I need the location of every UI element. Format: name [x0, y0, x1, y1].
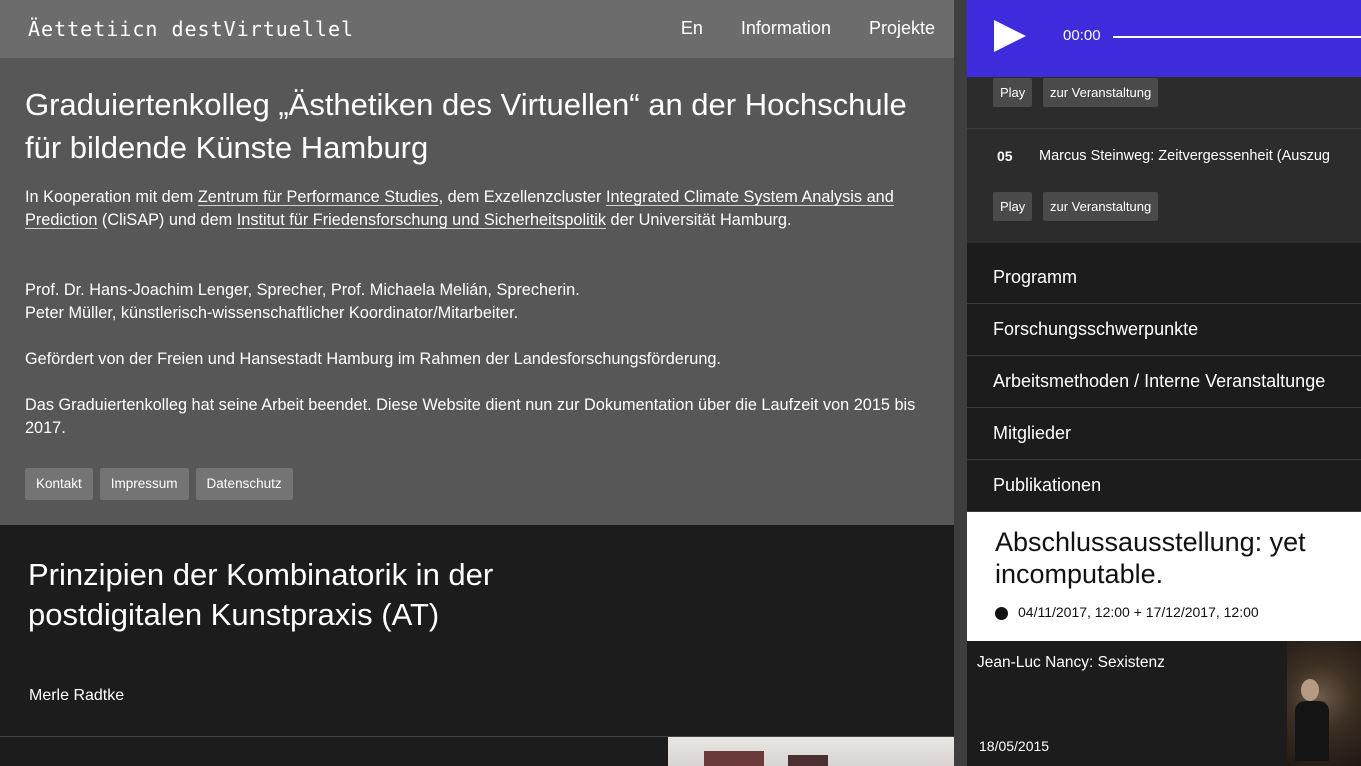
- media-date: 18/05/2015: [979, 738, 1050, 754]
- info-people-text: Prof. Dr. Hans-Joachim Lenger, Sprecher,…: [25, 279, 925, 325]
- top-bar: Äettetiicn destVirtuellel En Information…: [0, 0, 954, 58]
- menu-item-forschungsschwerpunkte[interactable]: Forschungsschwerpunkte: [967, 304, 1361, 356]
- project-title[interactable]: Prinzipien der Kombinatorik in der postd…: [28, 555, 588, 635]
- thumbnail-detail: [704, 751, 764, 766]
- play-icon[interactable]: [994, 20, 1026, 52]
- project-thumbnail-image[interactable]: [668, 737, 954, 766]
- info-title: Graduiertenkolleg „Ästhetiken des Virtue…: [25, 87, 907, 165]
- menu-item-arbeitsmethoden[interactable]: Arbeitsmethoden / Interne Veranstaltunge: [967, 356, 1361, 408]
- project-card[interactable]: Prinzipien der Kombinatorik in der postd…: [0, 525, 954, 736]
- player-time: 00:00: [1063, 27, 1101, 44]
- main-column: Äettetiicn destVirtuellel En Information…: [0, 0, 954, 766]
- coordinator-line: Peter Müller, künstlerisch-wissenschaftl…: [25, 304, 519, 322]
- event-card[interactable]: Abschlussausstellung: yet incomputable. …: [967, 512, 1361, 641]
- media-card[interactable]: Jean-Luc Nancy: Sexistenz 18/05/2015: [967, 641, 1361, 766]
- sidebar: 00:00 Play zur Veranstaltung 05 Marcus S…: [967, 0, 1361, 766]
- site-logo[interactable]: Äettetiicn destVirtuellel: [28, 17, 354, 41]
- image-detail: [1295, 701, 1329, 761]
- datenschutz-button[interactable]: Datenschutz: [195, 468, 293, 500]
- project-author: Merle Radtke: [29, 687, 125, 704]
- nav-projekte[interactable]: Projekte: [869, 18, 935, 39]
- audio-player: 00:00: [967, 0, 1361, 77]
- divider: [967, 128, 1361, 129]
- divider: [967, 243, 1361, 252]
- info-status-text: Das Graduiertenkolleg hat seine Arbeit b…: [25, 396, 916, 437]
- player-progress-track[interactable]: [1113, 36, 1361, 38]
- zur-veranstaltung-button[interactable]: zur Veranstaltung: [1043, 78, 1159, 107]
- sidebar-menu: Programm Forschungsschwerpunkte Arbeitsm…: [967, 252, 1361, 512]
- link-friedensforschung[interactable]: Institut für Friedensforschung und Siche…: [237, 211, 606, 229]
- media-thumbnail-image: [1287, 641, 1361, 766]
- kontakt-button[interactable]: Kontakt: [25, 468, 93, 500]
- playlist: Play zur Veranstaltung 05 Marcus Steinwe…: [967, 77, 1361, 249]
- text-segment: der Universität Hamburg.: [606, 211, 792, 229]
- speakers-line: Prof. Dr. Hans-Joachim Lenger, Sprecher,…: [25, 281, 580, 299]
- info-panel: Graduiertenkolleg „Ästhetiken des Virtue…: [0, 58, 954, 525]
- main-nav: En Information Projekte: [681, 18, 935, 39]
- play-button[interactable]: Play: [993, 78, 1033, 107]
- track-title[interactable]: Marcus Steinweg: Zeitvergessenheit (Ausz…: [1039, 148, 1330, 164]
- menu-item-mitglieder[interactable]: Mitglieder: [967, 408, 1361, 460]
- column-gutter: [954, 0, 967, 766]
- text-segment: , dem Exzellenzcluster: [438, 188, 606, 206]
- thumbnail-detail: [788, 755, 828, 766]
- info-funding-text: Gefördert von der Freien und Hansestadt …: [25, 350, 721, 368]
- menu-item-programm[interactable]: Programm: [967, 252, 1361, 304]
- info-cooperation-text: In Kooperation mit dem Zentrum für Perfo…: [25, 186, 925, 232]
- track-number: 05: [997, 148, 1013, 164]
- text-segment: In Kooperation mit dem: [25, 188, 198, 206]
- media-title: Jean-Luc Nancy: Sexistenz: [977, 654, 1165, 671]
- event-title: Abschlussausstellung: yet incomputable.: [995, 527, 1306, 589]
- zur-veranstaltung-button[interactable]: zur Veranstaltung: [1043, 192, 1159, 221]
- nav-information[interactable]: Information: [741, 18, 831, 39]
- play-button[interactable]: Play: [993, 192, 1033, 221]
- info-button-row: Kontakt Impressum Datenschutz: [25, 468, 293, 500]
- link-performance-studies[interactable]: Zentrum für Performance Studies: [198, 188, 439, 206]
- image-detail: [1301, 679, 1319, 701]
- bullet-dot-icon: [995, 607, 1008, 620]
- menu-item-publikationen[interactable]: Publikationen: [967, 460, 1361, 512]
- impressum-button[interactable]: Impressum: [99, 468, 189, 500]
- text-segment: (CliSAP) und dem: [97, 211, 237, 229]
- event-dates: 04/11/2017, 12:00 + 17/12/2017, 12:00: [1018, 604, 1259, 620]
- nav-language-en[interactable]: En: [681, 18, 703, 39]
